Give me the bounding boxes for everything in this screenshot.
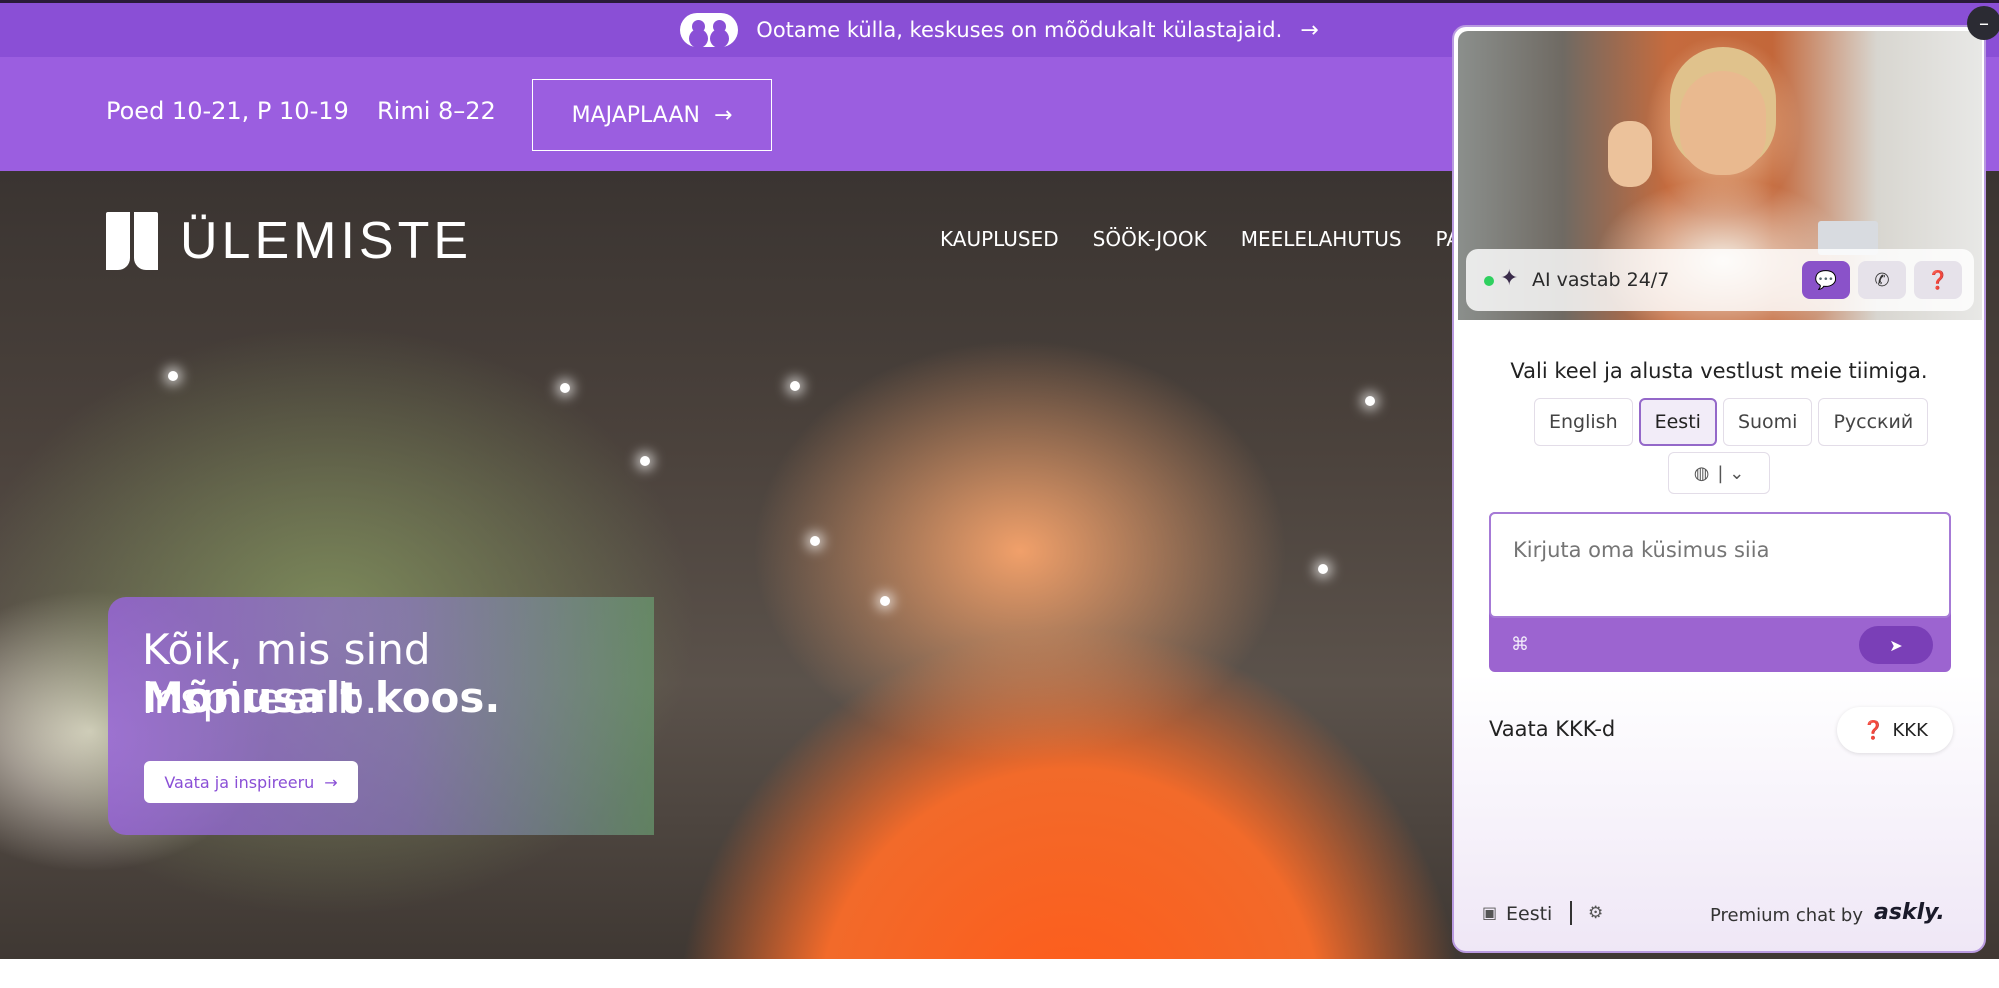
askly-logo[interactable]: askly. — [1874, 900, 1945, 925]
chat-status-bar: ✦ AI vastab 24/7 💬 ✆ ❓ — [1466, 249, 1974, 311]
footer-divider — [1570, 901, 1572, 925]
rimi-hours: Rimi 8–22 — [377, 97, 496, 125]
language-option-english[interactable]: English — [1534, 398, 1633, 446]
sparkle-icon: ✦ — [1500, 266, 1519, 291]
arrow-right-icon: → — [713, 102, 733, 128]
hero-promo-card: Kõik, mis sind inspireerib. Mõnusalt koo… — [108, 597, 654, 835]
faq-button-label: KKK — [1892, 719, 1928, 741]
faq-button[interactable]: ❓ KKK — [1837, 707, 1953, 753]
floor-plan-label: MAJAPLAAN — [571, 102, 700, 128]
chat-widget: ✦ AI vastab 24/7 💬 ✆ ❓ Vali keel ja alus… — [1452, 25, 1986, 953]
inspire-button[interactable]: Vaata ja inspireeru → — [144, 761, 358, 803]
agent-waving-hand — [1608, 121, 1652, 187]
hero-headline-bold: Mõnusalt koos. — [142, 673, 501, 722]
chat-bubble-icon: 💬 — [1814, 269, 1838, 291]
language-option-suomi[interactable]: Suomi — [1722, 398, 1813, 446]
message-input[interactable] — [1489, 512, 1951, 618]
ceiling-light — [168, 371, 178, 381]
faq-mode-button[interactable]: ❓ — [1914, 261, 1962, 299]
globe-icon: ◍ — [1693, 462, 1710, 484]
agent-face — [1680, 71, 1766, 175]
chat-mode-button[interactable]: 💬 — [1802, 261, 1850, 299]
gear-icon[interactable]: ⚙ — [1588, 903, 1603, 923]
more-languages-dropdown[interactable]: ◍ | ⌄ — [1668, 452, 1770, 494]
nav-item-meelelahutus[interactable]: MEELELAHUTUS — [1241, 227, 1402, 251]
logo-book-icon — [106, 212, 158, 270]
minus-icon: – — [1979, 11, 1989, 35]
language-icon: ▣ — [1482, 903, 1498, 922]
chat-footer: ▣ Eesti ⚙ Premium chat by askly. — [1454, 897, 1984, 937]
send-button[interactable]: ➤ — [1859, 626, 1933, 664]
message-composer: ⌘ ➤ — [1489, 512, 1951, 672]
language-option-russian[interactable]: Русский — [1818, 398, 1929, 446]
attachment-icon[interactable]: ⌘ — [1511, 634, 1529, 655]
footer-language[interactable]: Eesti — [1506, 903, 1552, 925]
language-prompt: Vali keel ja alusta vestlust meie tiimig… — [1510, 359, 1928, 383]
ceiling-light — [790, 381, 800, 391]
ceiling-light — [640, 456, 650, 466]
arrow-right-icon: → — [1300, 17, 1319, 43]
minimize-chat-button[interactable]: – — [1967, 6, 1999, 40]
ceiling-light — [1365, 396, 1375, 406]
site-logo[interactable]: ÜLEMISTE — [106, 211, 472, 271]
logo-wordmark: ÜLEMISTE — [180, 212, 473, 270]
faq-icon: ❓ — [1862, 719, 1885, 741]
arrow-right-icon: → — [324, 772, 338, 792]
ceiling-light — [880, 596, 890, 606]
faq-icon: ❓ — [1926, 269, 1950, 291]
language-option-eesti[interactable]: Eesti — [1638, 398, 1717, 446]
nav-item-sook-jook[interactable]: SÖÖK-JOOK — [1093, 227, 1207, 251]
faq-label: Vaata KKK-d — [1489, 717, 1616, 741]
powered-by-text: Premium chat by — [1710, 905, 1864, 926]
ceiling-light — [810, 536, 820, 546]
opening-hours: Poed 10-21, P 10-19 — [106, 97, 349, 125]
ai-status-label: AI vastab 24/7 — [1532, 269, 1670, 291]
inspire-button-label: Vaata ja inspireeru — [164, 772, 315, 792]
main-nav: KAUPLUSED SÖÖK-JOOK MEELELAHUTUS PAK — [940, 227, 1473, 251]
online-status-dot — [1484, 276, 1494, 286]
ceiling-light — [1318, 564, 1328, 574]
floor-plan-button[interactable]: MAJAPLAAN → — [532, 79, 772, 151]
nav-item-kauplused[interactable]: KAUPLUSED — [940, 227, 1059, 251]
phone-mode-button[interactable]: ✆ — [1858, 261, 1906, 299]
phone-icon: ✆ — [1874, 269, 1890, 291]
people-icon — [680, 13, 739, 47]
announcement-text: Ootame külla, keskuses on mõõdukalt küla… — [756, 18, 1283, 42]
ceiling-light — [560, 383, 570, 393]
language-selector: English Eesti Suomi Русский — [1534, 398, 1929, 446]
chevron-down-icon: | ⌄ — [1717, 462, 1745, 484]
send-icon: ➤ — [1889, 635, 1903, 655]
